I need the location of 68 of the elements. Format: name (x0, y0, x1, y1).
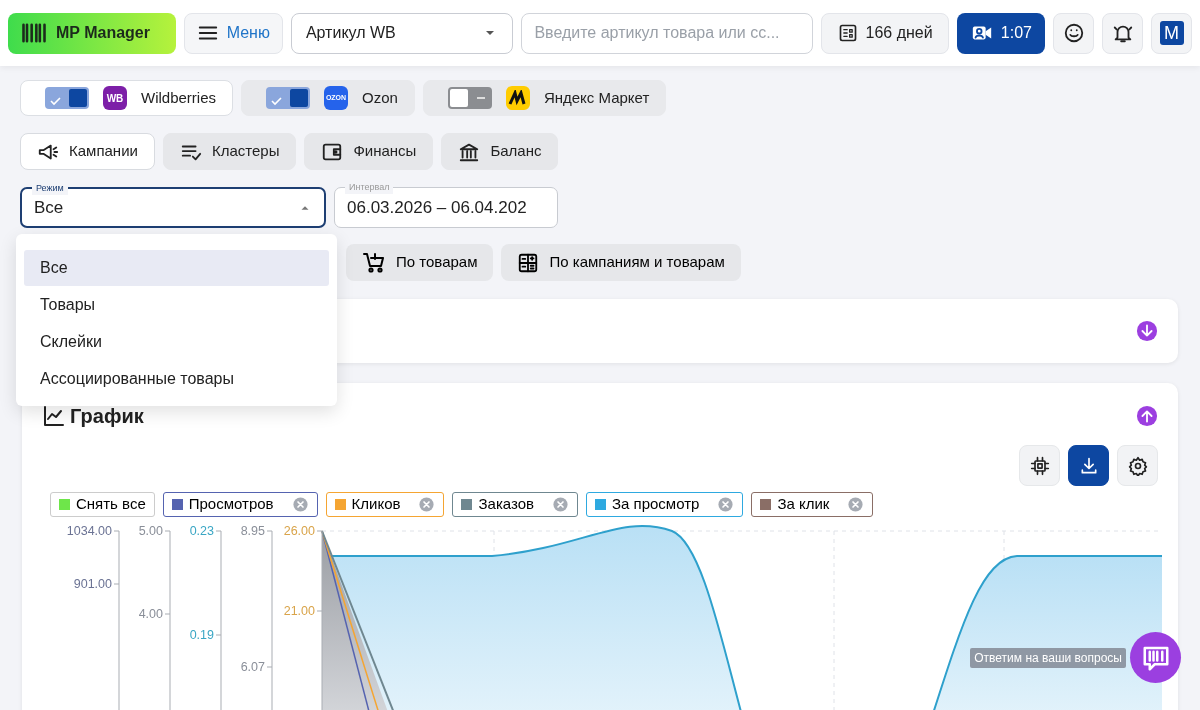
legend-item[interactable]: За просмотр (586, 492, 744, 517)
axis-tick-label: 4.00 (138, 607, 163, 621)
group-button[interactable]: По товарам (346, 244, 494, 281)
tab[interactable]: Финансы (304, 133, 434, 170)
legend-item[interactable]: Кликов (325, 492, 445, 517)
download-button[interactable] (1068, 445, 1109, 486)
marketplace-name: Яндекс Маркет (543, 87, 650, 108)
marketplace-chip[interactable]: Яндекс Маркет (422, 80, 667, 116)
settings-icon (1127, 455, 1148, 476)
field-value: 06.03.2026 – 06.04.202 (347, 196, 527, 219)
group-button[interactable]: По кампаниям и товарам (501, 244, 741, 281)
axis-tick-label: 26.00 (283, 524, 315, 538)
processor-icon (1029, 455, 1050, 476)
panel-title: График (70, 404, 144, 429)
axis-tick-label: 0.19 (189, 628, 214, 642)
smiley-icon (1062, 22, 1085, 44)
remove-icon (418, 496, 436, 513)
cart-icon (362, 250, 386, 275)
calculator-icon (517, 251, 540, 274)
toggle-switch[interactable] (266, 87, 310, 109)
emoji-button[interactable] (1053, 12, 1095, 54)
expand-icon[interactable] (1136, 320, 1158, 342)
avatar-button[interactable]: M (1151, 12, 1193, 54)
remove-icon (291, 496, 309, 513)
brand-logo (505, 86, 530, 110)
axis-tick-label: 6.07 (240, 660, 265, 674)
days-button[interactable]: 166 дней (820, 12, 950, 54)
legend-item[interactable]: За клик (751, 492, 874, 517)
dropdown-option[interactable]: Все (24, 250, 329, 286)
dropdown-option[interactable]: Ассоциированные товары (24, 361, 329, 397)
field-value: Все (34, 196, 65, 219)
article-select[interactable]: Артикул WB (290, 12, 514, 54)
remove-icon (552, 496, 569, 513)
search-field[interactable]: Введите артикул товара или сс... (521, 12, 813, 54)
legend-item[interactable]: Заказов (452, 492, 578, 517)
remove-icon (717, 496, 735, 513)
marketplace-name: Wildberries (141, 87, 216, 108)
line-chart-icon (42, 404, 66, 428)
collapse-icon[interactable] (1136, 405, 1158, 427)
axis-tick-label: 21.00 (283, 604, 315, 618)
calendar-icon (837, 23, 858, 43)
brand-logo: WB (106, 91, 124, 106)
marketplace-chip[interactable]: WB Wildberries (20, 80, 233, 116)
select-value: Артикул WB (305, 23, 396, 43)
chat-tooltip: Ответим на ваши вопросы (970, 648, 1126, 668)
dropdown-option[interactable]: Склейки (24, 324, 329, 360)
axis-tick-label: 901.00 (73, 577, 112, 591)
legend-item[interactable]: Просмотров (162, 492, 318, 517)
menu-button[interactable]: Меню (183, 12, 283, 54)
axis-tick-label: 0.23 (189, 524, 214, 538)
axis-tick-label: 8.95 (240, 524, 265, 538)
dash-icon (476, 97, 485, 99)
logo-button[interactable]: MP Manager (8, 12, 176, 54)
axis-tick-label: 1034.00 (66, 524, 112, 538)
notifications-button[interactable] (1102, 12, 1144, 54)
tab[interactable]: Кампании (20, 133, 155, 170)
marketplace-name: Ozon (362, 87, 398, 108)
tab[interactable]: Кластеры (162, 133, 297, 170)
toggle-switch[interactable] (447, 87, 492, 109)
video-button[interactable]: 1:07 (957, 12, 1046, 54)
toggle-switch[interactable] (45, 87, 89, 109)
axis-tick-label: 5.00 (138, 524, 163, 538)
settings-button[interactable] (1117, 445, 1158, 486)
legend-item[interactable]: Снять все (50, 492, 155, 517)
remove-icon (847, 496, 865, 513)
chip-button[interactable] (1019, 445, 1060, 486)
dropdown-option[interactable]: Товары (24, 287, 329, 323)
tab[interactable]: Баланс (441, 133, 559, 170)
